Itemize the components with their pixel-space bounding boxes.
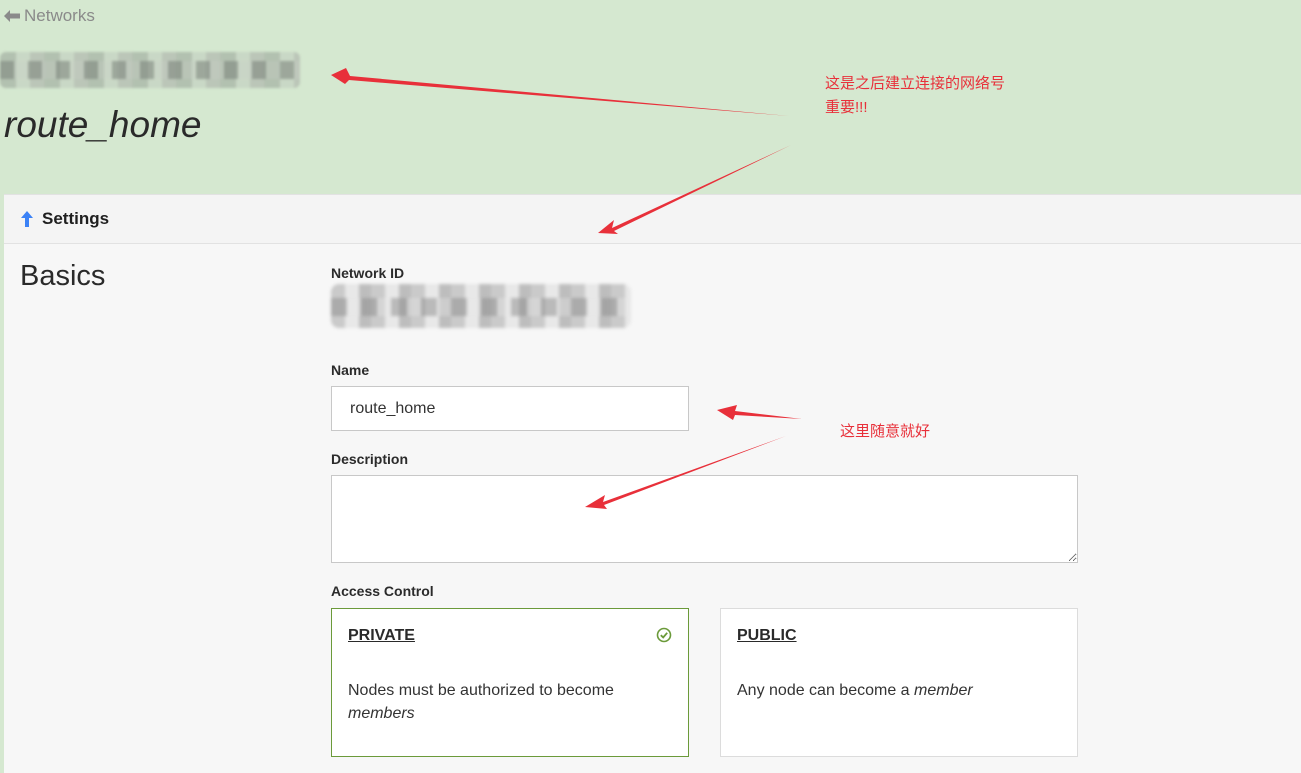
arrow-left-icon [4, 10, 20, 22]
network-title: route_home [4, 104, 202, 145]
access-option-title: PRIVATE [348, 627, 415, 644]
settings-panel: Settings Basics Network ID Name Descript… [4, 194, 1301, 773]
description-label: Description [331, 451, 409, 467]
description-textarea[interactable] [331, 475, 1078, 563]
access-option-title: PUBLIC [737, 627, 797, 644]
access-option-private[interactable]: PRIVATE Nodes must be authorized to beco… [331, 608, 689, 757]
annotation-line: 重要!!! [825, 99, 868, 116]
access-option-desc-text: Nodes must be authorized to become [348, 682, 614, 699]
access-option-desc-emphasis: members [348, 705, 415, 722]
annotation-name-note: 这里随意就好 [840, 423, 931, 440]
access-option-description: Any node can become a member [737, 679, 1061, 702]
settings-title: Settings [42, 209, 110, 228]
section-title-basics: Basics [20, 260, 106, 292]
name-input[interactable] [331, 386, 689, 431]
redacted-network-id-value [331, 284, 631, 328]
network-header: Networks route_home [0, 0, 1301, 194]
annotation-line: 这是之后建立连接的网络号 [825, 75, 1006, 92]
annotation-network-id-note: 这是之后建立连接的网络号 重要!!! [825, 72, 1005, 120]
access-control-label: Access Control [331, 583, 434, 599]
back-to-networks-link[interactable]: Networks [3, 6, 95, 26]
access-option-desc-emphasis: member [914, 682, 973, 699]
settings-header[interactable]: Settings [4, 194, 1301, 244]
network-id-label: Network ID [331, 265, 405, 281]
access-option-public[interactable]: PUBLIC Any node can become a member [720, 608, 1078, 757]
redacted-network-id-header [0, 52, 300, 88]
access-option-desc-text: Any node can become a [737, 682, 915, 699]
check-circle-icon [656, 627, 672, 643]
name-label: Name [331, 362, 370, 378]
back-link-label: Networks [24, 6, 95, 25]
access-option-description: Nodes must be authorized to become membe… [348, 679, 672, 725]
arrow-up-icon [21, 211, 33, 227]
